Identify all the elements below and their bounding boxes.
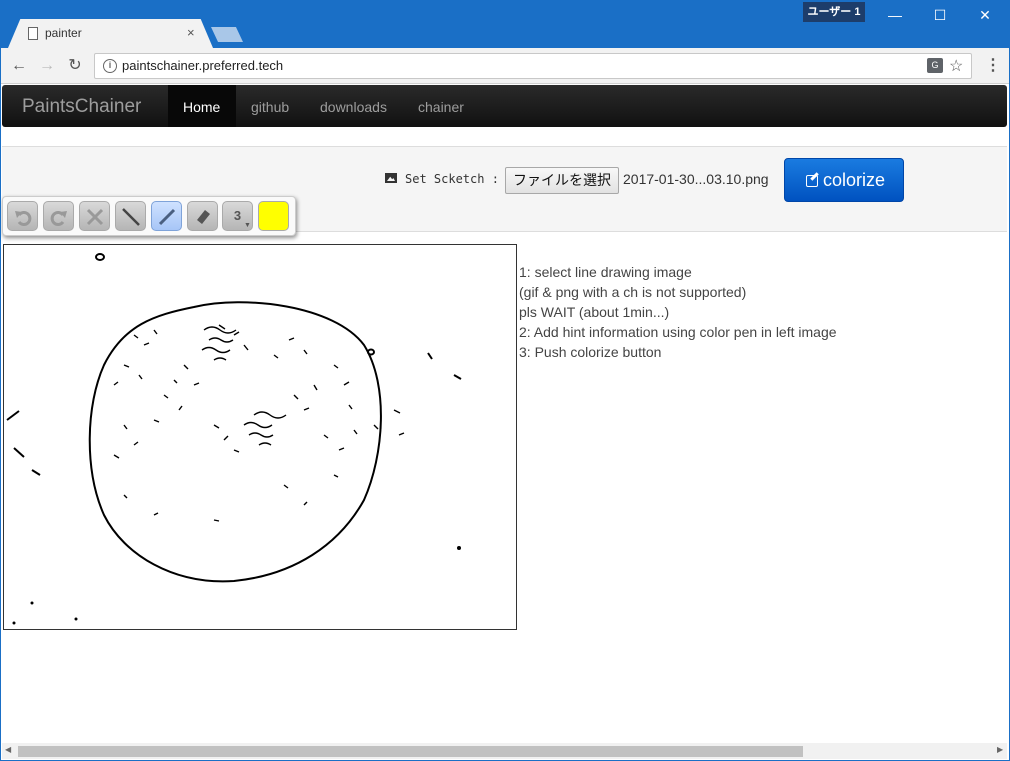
instruction-line: pls WAIT (about 1min...) (519, 304, 670, 320)
selected-file-name: 2017-01-30...03.10.png (623, 171, 769, 187)
edit-icon (806, 175, 818, 187)
pen-tool-button[interactable] (151, 201, 182, 231)
nav-link-chainer[interactable]: chainer (418, 99, 464, 115)
sketch-canvas[interactable] (3, 244, 517, 630)
instructions-list: 1: select line drawing image (gif & png … (519, 262, 837, 362)
undo-button[interactable] (7, 201, 38, 231)
line-tool-button[interactable] (115, 201, 146, 231)
colorize-button-label[interactable]: colorize (823, 170, 885, 191)
clear-icon (86, 208, 104, 226)
instruction-line: 1: select line drawing image (519, 264, 692, 280)
pen-icon (158, 208, 176, 226)
set-sketch-label: Set Scketch : (405, 172, 499, 186)
picture-icon (385, 173, 397, 183)
line-drawing-image (6, 253, 462, 625)
line-icon (122, 208, 140, 226)
profile-badge[interactable]: ユーザー 1 (803, 2, 865, 22)
back-button[interactable]: ← (8, 55, 30, 77)
minimize-button[interactable]: — (880, 4, 910, 26)
browser-menu-icon[interactable]: ⋮ (985, 55, 1001, 75)
tab-close-icon[interactable]: × (187, 25, 195, 40)
forward-button[interactable]: → (36, 55, 58, 77)
chevron-down-icon: ▼ (244, 222, 251, 229)
instruction-line: 2: Add hint information using color pen … (519, 324, 837, 340)
instruction-line: 3: Push colorize button (519, 344, 662, 360)
nav-link-github[interactable]: github (251, 99, 289, 115)
tab-title: painter (45, 26, 82, 40)
scroll-left-icon[interactable]: ◀ (5, 745, 11, 754)
nav-link-downloads[interactable]: downloads (320, 99, 387, 115)
maximize-button[interactable]: ☐ (925, 4, 955, 26)
reload-button[interactable]: ↻ (64, 55, 86, 77)
redo-button[interactable] (43, 201, 74, 231)
site-navbar (2, 85, 1007, 127)
scroll-right-icon[interactable]: ▶ (997, 745, 1003, 754)
instruction-line: (gif & png with a ch is not supported) (519, 284, 747, 300)
scrollbar-thumb[interactable] (18, 746, 803, 757)
clear-button[interactable] (79, 201, 110, 231)
nav-link-home[interactable]: Home (183, 99, 220, 115)
eraser-tool-button[interactable] (187, 201, 218, 231)
eraser-icon (197, 210, 210, 224)
brand-logo[interactable]: PaintsChainer (22, 96, 141, 118)
undo-icon (15, 211, 32, 226)
site-info-icon[interactable]: i (103, 59, 117, 73)
choose-file-button[interactable]: ファイルを選択 (505, 167, 619, 194)
color-picker-swatch[interactable] (258, 201, 289, 231)
page-icon (28, 27, 38, 40)
browser-tab[interactable] (8, 19, 213, 48)
redo-icon (50, 211, 67, 226)
window-close-button[interactable]: ✕ (970, 4, 1000, 26)
url-text[interactable]: paintschainer.preferred.tech (122, 58, 283, 73)
bookmark-star-icon[interactable]: ☆ (949, 56, 963, 76)
translate-icon[interactable]: G (927, 58, 943, 73)
